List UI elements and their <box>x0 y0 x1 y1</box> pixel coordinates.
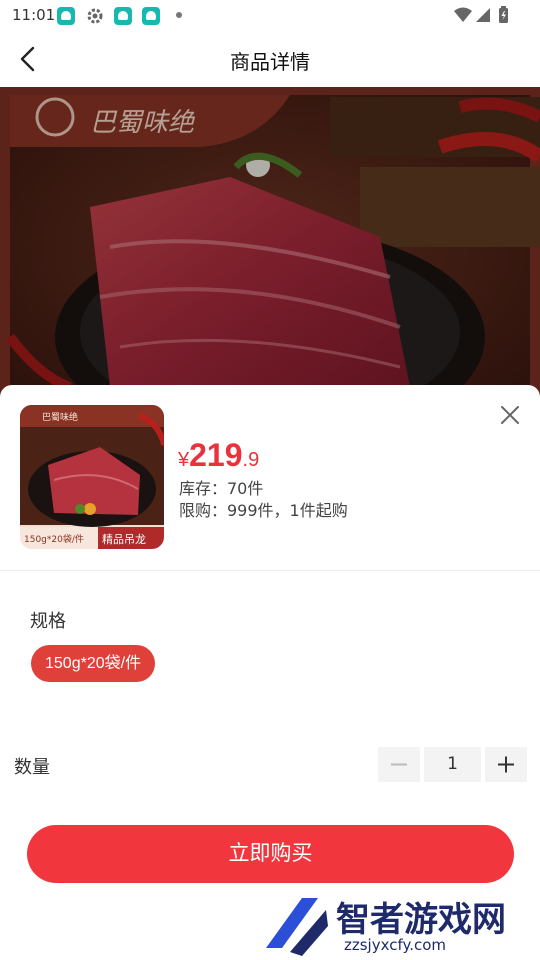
status-bar: 11:01 <box>0 0 540 32</box>
product-hero-image: 巴蜀味绝 <box>0 87 540 397</box>
price-currency: ¥ <box>178 449 190 471</box>
spec-option-selected[interactable]: 150g*20袋/件 <box>31 645 156 682</box>
purchase-sheet: 巴蜀味绝 150g*20袋/件 精品吊龙 ¥219.9 库存：70件 限购：99… <box>0 385 540 960</box>
app-notification-icon <box>57 7 75 25</box>
close-icon <box>501 406 519 424</box>
watermark-logo-icon <box>266 898 328 956</box>
spec-label: 规格 <box>30 611 66 632</box>
price-decimal: .9 <box>242 449 260 471</box>
status-time: 11:01 <box>12 6 56 24</box>
wifi-icon <box>454 7 472 22</box>
product-thumbnail: 巴蜀味绝 150g*20袋/件 精品吊龙 <box>20 405 164 549</box>
app-notification-icon <box>114 7 132 25</box>
minus-icon <box>391 763 407 766</box>
close-button[interactable] <box>498 403 522 427</box>
quantity-increase-button[interactable] <box>485 747 527 782</box>
buy-now-button[interactable]: 立即购买 <box>27 825 514 883</box>
watermark-url: zzsjyxcfy.com <box>344 936 447 954</box>
thumb-tag-text: 150g*20袋/件 <box>24 533 84 545</box>
status-icons <box>452 5 514 29</box>
watermark: 智者游戏网 zzsjyxcfy.com <box>262 890 540 960</box>
quantity-label: 数量 <box>14 757 50 778</box>
quantity-input[interactable]: 1 <box>424 747 481 782</box>
watermark-text: 智者游戏网 <box>336 900 506 940</box>
more-notifications-dot-icon <box>176 12 182 18</box>
price: ¥219.9 <box>178 437 259 474</box>
signal-icon <box>476 8 490 22</box>
price-integer: 219 <box>189 437 243 473</box>
page-title: 商品详情 <box>230 50 310 74</box>
nav-bar: 商品详情 <box>0 32 540 87</box>
app-notification-icon <box>142 7 160 25</box>
stock-text: 库存：70件 <box>179 479 264 498</box>
thumb-brand-text: 巴蜀味绝 <box>42 411 78 423</box>
divider <box>0 570 540 571</box>
quantity-decrease-button[interactable] <box>378 747 420 782</box>
thumb-name-text: 精品吊龙 <box>102 533 146 546</box>
plus-icon <box>498 756 514 773</box>
settings-gear-icon <box>86 7 104 25</box>
purchase-limit-text: 限购：999件，1件起购 <box>179 501 348 520</box>
